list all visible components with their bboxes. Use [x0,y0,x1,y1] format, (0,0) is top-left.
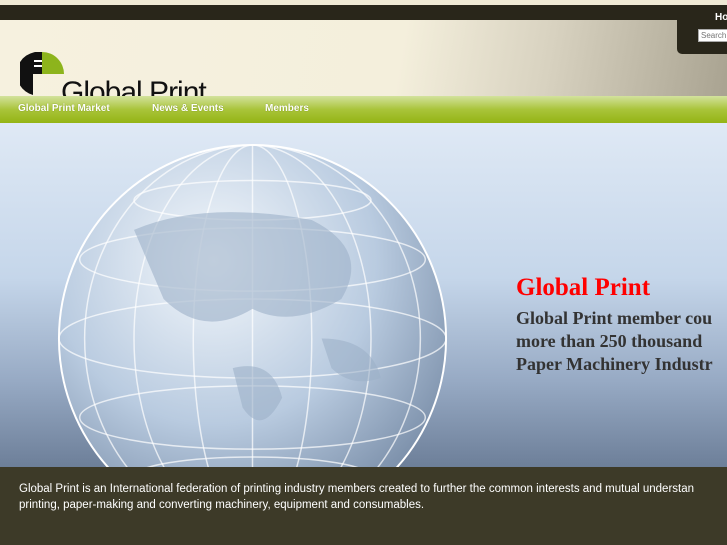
header: Global Print [0,20,727,109]
footer: Global Print is an International federat… [0,467,727,545]
nav-global-print-market[interactable]: Global Print Market [18,103,110,114]
logo-icon [20,52,64,95]
hero-title: Global Print [516,274,651,301]
hero-line: more than 250 thousand [516,331,703,351]
footer-text: Global Print is an International federat… [19,483,695,495]
top-bar: Home [0,5,727,23]
search-input[interactable] [698,29,727,42]
hero-banner: Global Print Global Print member cou mor… [0,123,727,467]
globe-image [58,144,447,467]
hero-line: Global Print member cou [516,308,713,328]
footer-text: printing, paper-making and converting ma… [19,499,425,511]
search-panel [677,20,727,54]
nav-news-events[interactable]: News & Events [152,103,224,114]
hero-line: Paper Machinery Industr [516,354,713,374]
nav-members[interactable]: Members [265,103,309,114]
main-nav: Global Print Market News & Events Member… [0,96,727,123]
